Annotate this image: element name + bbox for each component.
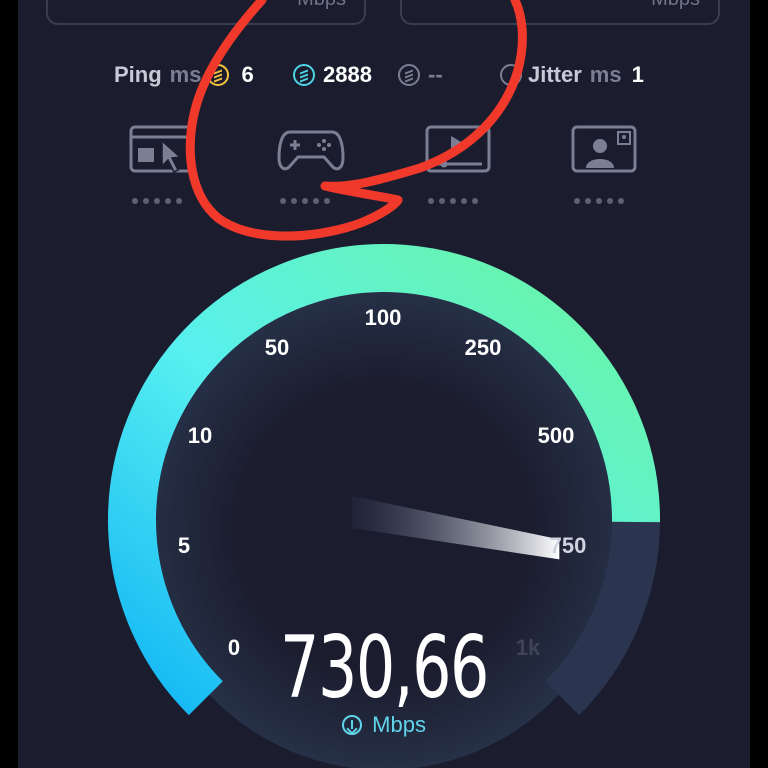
scale-label-750: 750 — [549, 533, 587, 558]
scale-label-10: 10 — [187, 423, 213, 448]
speed-unit: Mbps — [372, 712, 426, 737]
speed-readout: 730,66 — [279, 618, 489, 718]
speed-unit-row: Mbps — [0, 712, 768, 738]
scale-label-100: 100 — [364, 305, 402, 330]
scale-label-500: 500 — [537, 423, 575, 448]
scale-label-250: 250 — [464, 335, 502, 360]
scale-label-5: 5 — [177, 533, 191, 558]
download-arrow-icon — [342, 715, 363, 735]
scale-label-50: 50 — [264, 335, 290, 360]
